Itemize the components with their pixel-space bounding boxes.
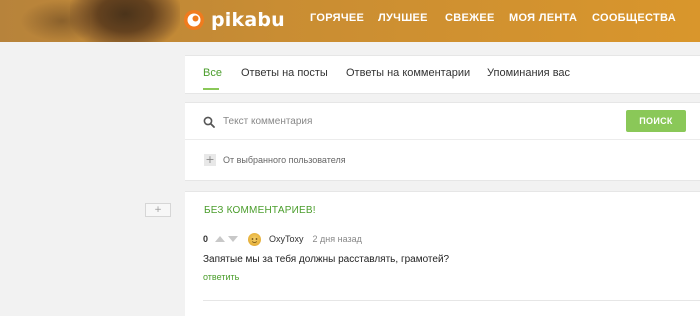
story-title-link[interactable]: БЕЗ КОММЕНТАРИЕВ! [204, 205, 316, 216]
tabs-bar: Все Ответы на посты Ответы на комментари… [185, 55, 700, 94]
comment-author[interactable]: OxyToxy [269, 234, 304, 244]
search-button[interactable]: ПОИСК [626, 110, 686, 132]
reply-link[interactable]: ответить [203, 272, 239, 282]
header-character-art [70, 0, 180, 42]
tab-comment-replies[interactable]: Ответы на комментарии [346, 67, 470, 79]
tab-post-replies[interactable]: Ответы на посты [241, 67, 328, 79]
vote-down-icon[interactable] [228, 236, 239, 242]
comment-header: 0 OxyToxy 2 дня назад [203, 232, 362, 246]
tab-all[interactable]: Все [203, 67, 222, 79]
logo[interactable]: pikabu [183, 6, 285, 34]
nav-fresh[interactable]: СВЕЖЕЕ [445, 12, 495, 24]
nav-hot[interactable]: ГОРЯЧЕЕ [310, 12, 364, 24]
comment-timestamp[interactable]: 2 дня назад [313, 234, 362, 244]
comment-text: Запятые мы за тебя должны расставлять, г… [203, 254, 450, 265]
pikabu-logo-icon [183, 9, 205, 31]
tab-mentions[interactable]: Упоминания вас [487, 67, 570, 79]
vote-up-icon[interactable] [215, 236, 226, 242]
plus-icon: + [204, 153, 216, 166]
logo-text: pikabu [211, 9, 285, 31]
avatar[interactable] [248, 232, 262, 246]
search-panel: ПОИСК + От выбранного пользователя [185, 102, 700, 181]
search-row: ПОИСК [185, 103, 700, 140]
nav-communities[interactable]: СООБЩЕСТВА [592, 12, 676, 24]
active-tab-indicator [203, 88, 219, 90]
top-header: pikabu ГОРЯЧЕЕ ЛУЧШЕЕ СВЕЖЕЕ МОЯ ЛЕНТА С… [0, 0, 700, 42]
user-filter-toggle[interactable]: + От выбранного пользователя [204, 154, 346, 166]
comment-search-input[interactable] [223, 111, 603, 131]
nav-my-feed[interactable]: МОЯ ЛЕНТА [509, 12, 577, 24]
user-filter-label: От выбранного пользователя [223, 155, 346, 165]
expand-story-button[interactable]: + [145, 203, 171, 217]
divider [203, 300, 700, 301]
nav-best[interactable]: ЛУЧШЕЕ [378, 12, 428, 24]
story-card: БЕЗ КОММЕНТАРИЕВ! 0 OxyToxy 2 дня назад … [185, 191, 700, 316]
search-icon [203, 115, 215, 128]
comment-rating: 0 [203, 234, 209, 244]
